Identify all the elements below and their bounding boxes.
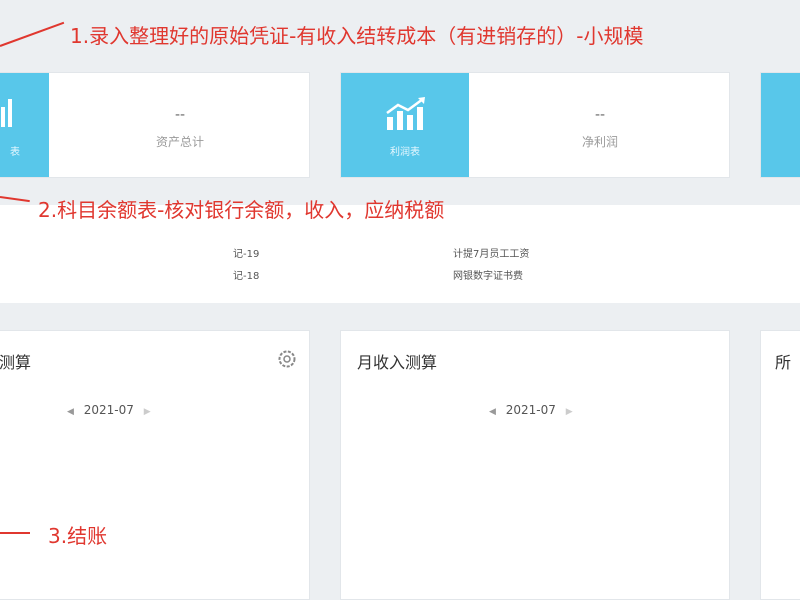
voucher-description: 网银数字证书费 bbox=[453, 271, 523, 282]
balance-sheet-tile[interactable]: 表 bbox=[0, 73, 49, 177]
total-assets-label: 资产总计 bbox=[155, 135, 204, 149]
net-profit-value: -- bbox=[594, 107, 606, 123]
period-selector[interactable]: ◀ 2021-07 ▶ bbox=[67, 403, 151, 417]
chart-icon bbox=[1, 99, 12, 127]
third-panel: 所 bbox=[760, 330, 800, 600]
prev-period-icon[interactable]: ◀ bbox=[67, 407, 74, 417]
prev-period-icon[interactable]: ◀ bbox=[489, 407, 496, 417]
panel-title: 所 bbox=[775, 353, 792, 372]
period-selector[interactable]: ◀ 2021-07 ▶ bbox=[489, 403, 573, 417]
tile-label: 利润表 bbox=[390, 147, 420, 158]
total-assets-value: -- bbox=[174, 107, 186, 123]
monthly-income-estimate-panel: 月收入测算 ◀ 2021-07 ▶ bbox=[340, 330, 730, 600]
voucher-number[interactable]: 记-18 bbox=[233, 267, 259, 282]
panel-title: 测算 bbox=[0, 353, 32, 372]
bar-chart-up-icon bbox=[386, 97, 425, 130]
period-value: 2021-07 bbox=[505, 403, 556, 417]
voucher-description: 计提7月员工工资 bbox=[453, 249, 530, 260]
gear-icon[interactable] bbox=[277, 349, 297, 369]
income-statement-card[interactable]: 利润表 -- 净利润 bbox=[340, 72, 730, 178]
income-statement-tile[interactable]: 利润表 bbox=[341, 73, 469, 177]
annotation-arrow bbox=[0, 21, 65, 47]
annotation-step-3: 3.结账 bbox=[48, 524, 108, 548]
annotation-arrow bbox=[0, 196, 30, 203]
third-card[interactable] bbox=[760, 72, 800, 178]
tax-estimate-panel: 测算 ◀ 2021-07 ▶ bbox=[0, 330, 310, 600]
annotation-step-1: 1.录入整理好的原始凭证-有收入结转成本（有进销存的）-小规模 bbox=[70, 24, 644, 48]
annotation-arrow bbox=[0, 532, 30, 534]
next-period-icon[interactable]: ▶ bbox=[144, 407, 151, 417]
period-value: 2021-07 bbox=[83, 403, 134, 417]
third-card-tile[interactable] bbox=[761, 73, 800, 177]
voucher-number[interactable]: 记-19 bbox=[233, 245, 259, 260]
tile-label: 表 bbox=[10, 147, 20, 158]
annotation-step-2: 2.科目余额表-核对银行余额，收入，应纳税额 bbox=[38, 198, 445, 222]
panel-title: 月收入测算 bbox=[357, 353, 438, 372]
net-profit-label: 净利润 bbox=[581, 135, 618, 149]
next-period-icon[interactable]: ▶ bbox=[566, 407, 573, 417]
balance-sheet-card[interactable]: 表 -- 资产总计 bbox=[0, 72, 310, 178]
